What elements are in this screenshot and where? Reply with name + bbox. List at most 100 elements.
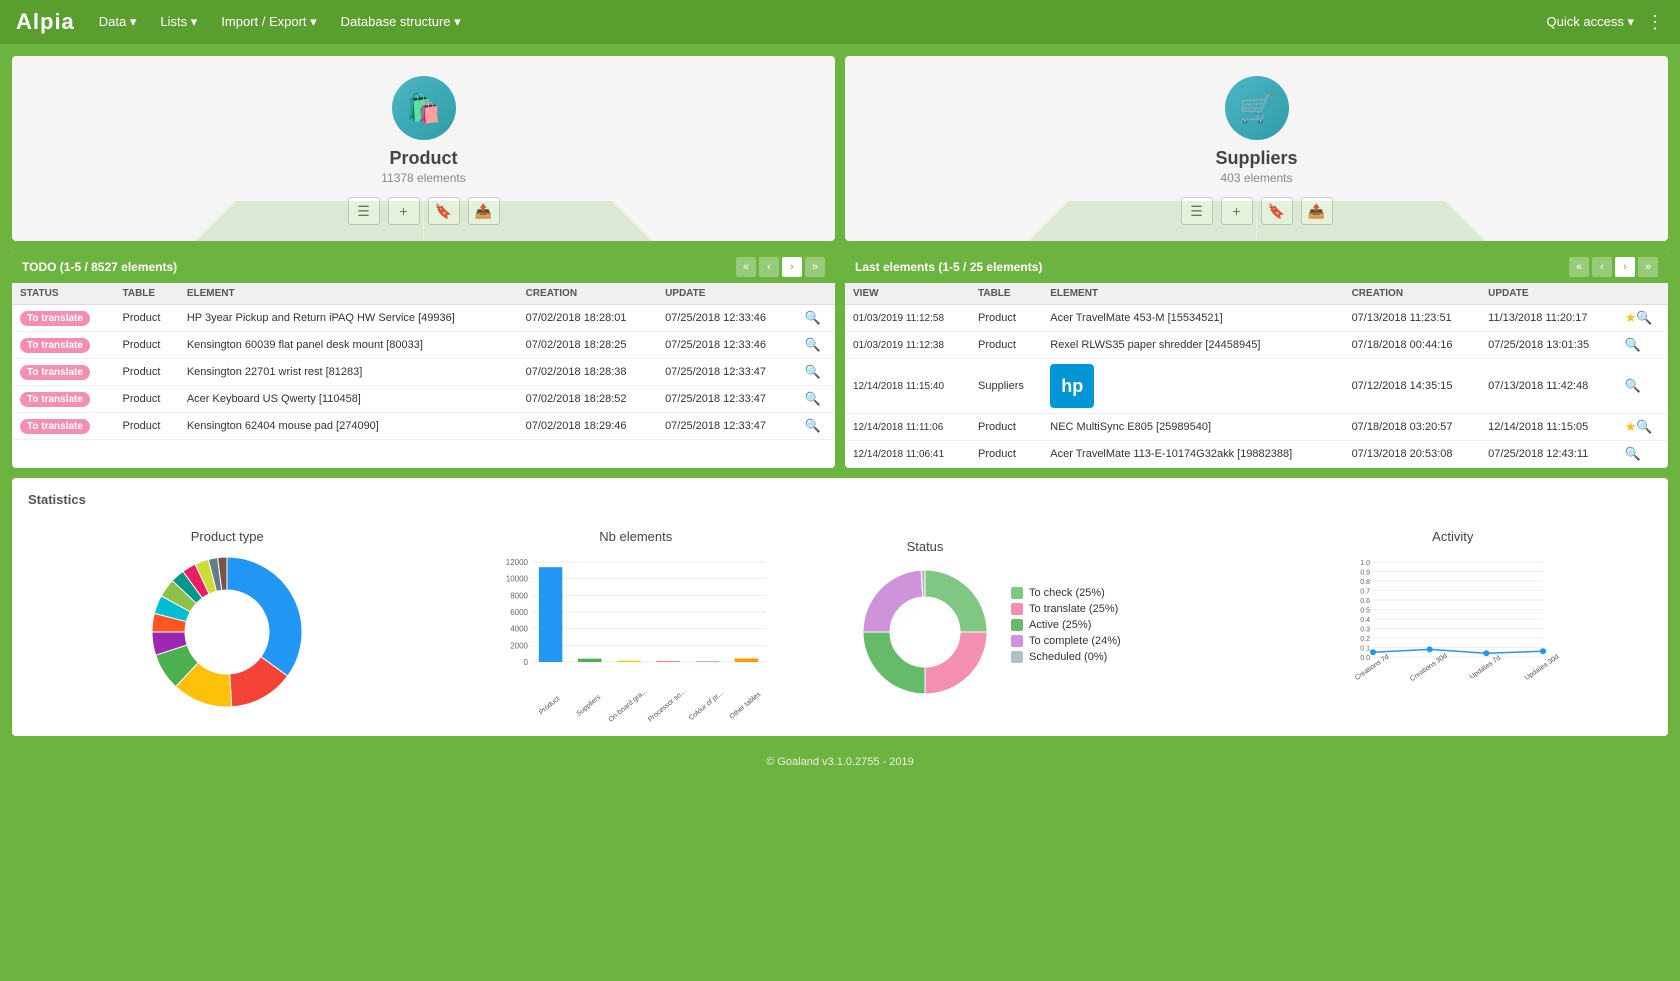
suppliers-list-button[interactable]: ☰ xyxy=(1181,197,1213,225)
svg-text:0.2: 0.2 xyxy=(1360,636,1370,643)
last-col-view: VIEW xyxy=(845,283,970,305)
todo-search-cell[interactable]: 🔍 xyxy=(797,305,835,332)
navbar-right: Quick access ▾ ⋮ xyxy=(1547,12,1664,33)
todo-creation-cell: 07/02/2018 18:28:52 xyxy=(518,386,657,413)
legend-color xyxy=(1011,587,1023,599)
todo-search-cell[interactable]: 🔍 xyxy=(797,359,835,386)
product-bookmark-button[interactable]: 🔖 xyxy=(428,197,460,225)
last-creation-cell: 07/18/2018 03:20:57 xyxy=(1344,414,1481,441)
last-update-cell: 07/25/2018 13:01:35 xyxy=(1480,332,1617,359)
todo-status-cell: To translate xyxy=(12,359,115,386)
suppliers-add-button[interactable]: + xyxy=(1221,197,1253,225)
todo-table-row: To translate Product Kensington 62404 mo… xyxy=(12,413,835,440)
last-table-cell: Suppliers xyxy=(970,359,1042,414)
suppliers-bookmark-button[interactable]: 🔖 xyxy=(1261,197,1293,225)
search-icon[interactable]: 🔍 xyxy=(805,391,821,406)
todo-next-button[interactable]: › xyxy=(782,257,802,277)
suppliers-export-button[interactable]: 📤 xyxy=(1301,197,1333,225)
product-add-button[interactable]: + xyxy=(388,197,420,225)
todo-update-cell: 07/25/2018 12:33:47 xyxy=(657,359,796,386)
svg-text:Suppliers: Suppliers xyxy=(575,693,602,717)
search-icon[interactable]: 🔍 xyxy=(1625,378,1641,393)
footer: © Goaland v3.1.0.2755 - 2019 xyxy=(0,748,1680,776)
search-icon[interactable]: 🔍 xyxy=(805,418,821,433)
activity-title: Activity xyxy=(1432,529,1473,544)
legend-item: To complete (24%) xyxy=(1011,635,1121,647)
last-creation-cell: 07/12/2018 14:35:15 xyxy=(1344,359,1481,414)
last-table-row: 01/03/2019 11:12:38 Product Rexel RLWS35… xyxy=(845,332,1668,359)
last-table-cell: Product xyxy=(970,414,1042,441)
nav-import-export[interactable]: Import / Export ▾ xyxy=(221,14,316,30)
status-legend: To check (25%)To translate (25%)Active (… xyxy=(1011,587,1121,663)
suppliers-card-count: 403 elements xyxy=(1220,171,1292,185)
last-table-cell: Product xyxy=(970,332,1042,359)
todo-element-cell: Kensington 60039 flat panel desk mount [… xyxy=(179,332,518,359)
legend-label: Scheduled (0%) xyxy=(1029,651,1107,663)
quick-access-button[interactable]: Quick access ▾ xyxy=(1547,14,1634,30)
todo-prev-prev-button[interactable]: « xyxy=(736,257,756,277)
svg-text:0.9: 0.9 xyxy=(1360,570,1370,577)
suppliers-card-icon: 🛒 xyxy=(1225,76,1289,140)
last-next-next-button[interactable]: » xyxy=(1638,257,1658,277)
svg-text:10000: 10000 xyxy=(506,575,529,584)
last-creation-cell: 07/18/2018 00:44:16 xyxy=(1344,332,1481,359)
last-update-cell: 11/13/2018 11:20:17 xyxy=(1480,305,1617,332)
last-view-cell: 01/03/2019 11:12:58 xyxy=(845,305,970,332)
status-svg xyxy=(855,562,995,702)
legend-label: To translate (25%) xyxy=(1029,603,1118,615)
todo-update-cell: 07/25/2018 12:33:47 xyxy=(657,386,796,413)
legend-color xyxy=(1011,651,1023,663)
todo-prev-button[interactable]: ‹ xyxy=(759,257,779,277)
more-menu-icon[interactable]: ⋮ xyxy=(1646,12,1664,33)
search-icon[interactable]: 🔍 xyxy=(1636,419,1652,434)
svg-text:Processor so...: Processor so... xyxy=(647,688,687,723)
last-star-cell[interactable]: ★🔍 xyxy=(1617,305,1668,332)
status-title: Status xyxy=(907,539,944,554)
todo-table: STATUS TABLE ELEMENT CREATION UPDATE To … xyxy=(12,283,835,440)
nav-database-structure[interactable]: Database structure ▾ xyxy=(341,14,461,30)
last-update-cell: 07/13/2018 11:42:48 xyxy=(1480,359,1617,414)
nav-lists[interactable]: Lists ▾ xyxy=(160,14,197,30)
product-list-button[interactable]: ☰ xyxy=(348,197,380,225)
todo-col-creation: CREATION xyxy=(518,283,657,305)
status-badge: To translate xyxy=(20,365,90,380)
last-view-cell: 12/14/2018 11:06:41 xyxy=(845,441,970,468)
search-icon[interactable]: 🔍 xyxy=(1625,337,1641,352)
todo-table-row: To translate Product Kensington 60039 fl… xyxy=(12,332,835,359)
todo-search-cell[interactable]: 🔍 xyxy=(797,413,835,440)
todo-search-cell[interactable]: 🔍 xyxy=(797,332,835,359)
product-card-icon: 🛍️ xyxy=(392,76,456,140)
last-star-cell[interactable]: 🔍 xyxy=(1617,441,1668,468)
last-prev-button[interactable]: ‹ xyxy=(1592,257,1612,277)
last-table-row: 12/14/2018 11:11:06 Product NEC MultiSyn… xyxy=(845,414,1668,441)
last-next-button[interactable]: › xyxy=(1615,257,1635,277)
search-icon[interactable]: 🔍 xyxy=(1625,446,1641,461)
star-icon[interactable]: ★ xyxy=(1625,419,1637,434)
svg-text:0.3: 0.3 xyxy=(1360,627,1370,634)
status-badge: To translate xyxy=(20,419,90,434)
search-icon[interactable]: 🔍 xyxy=(805,310,821,325)
last-update-cell: 12/14/2018 11:15:05 xyxy=(1480,414,1617,441)
product-card: 🛍️ Product 11378 elements ☰ + 🔖 📤 xyxy=(12,56,835,241)
todo-creation-cell: 07/02/2018 18:29:46 xyxy=(518,413,657,440)
star-icon[interactable]: ★ xyxy=(1625,310,1637,325)
last-star-cell[interactable]: ★🔍 xyxy=(1617,414,1668,441)
app-logo: Alpia xyxy=(16,9,75,35)
last-action-cell[interactable]: 🔍 xyxy=(1617,359,1668,414)
todo-next-next-button[interactable]: » xyxy=(805,257,825,277)
legend-item: To translate (25%) xyxy=(1011,603,1121,615)
product-export-button[interactable]: 📤 xyxy=(468,197,500,225)
last-col-creation: CREATION xyxy=(1344,283,1481,305)
todo-search-cell[interactable]: 🔍 xyxy=(797,386,835,413)
last-prev-prev-button[interactable]: « xyxy=(1569,257,1589,277)
svg-text:Colour of pr...: Colour of pr... xyxy=(688,690,725,722)
hp-logo: hp xyxy=(1050,364,1094,408)
search-icon[interactable]: 🔍 xyxy=(805,337,821,352)
last-star-cell[interactable]: 🔍 xyxy=(1617,332,1668,359)
product-card-count: 11378 elements xyxy=(381,171,466,185)
search-icon[interactable]: 🔍 xyxy=(1636,310,1652,325)
nav-data[interactable]: Data ▾ xyxy=(99,14,137,30)
last-table-row: 01/03/2019 11:12:58 Product Acer TravelM… xyxy=(845,305,1668,332)
search-icon[interactable]: 🔍 xyxy=(805,364,821,379)
product-card-actions: ☰ + 🔖 📤 xyxy=(348,197,500,225)
